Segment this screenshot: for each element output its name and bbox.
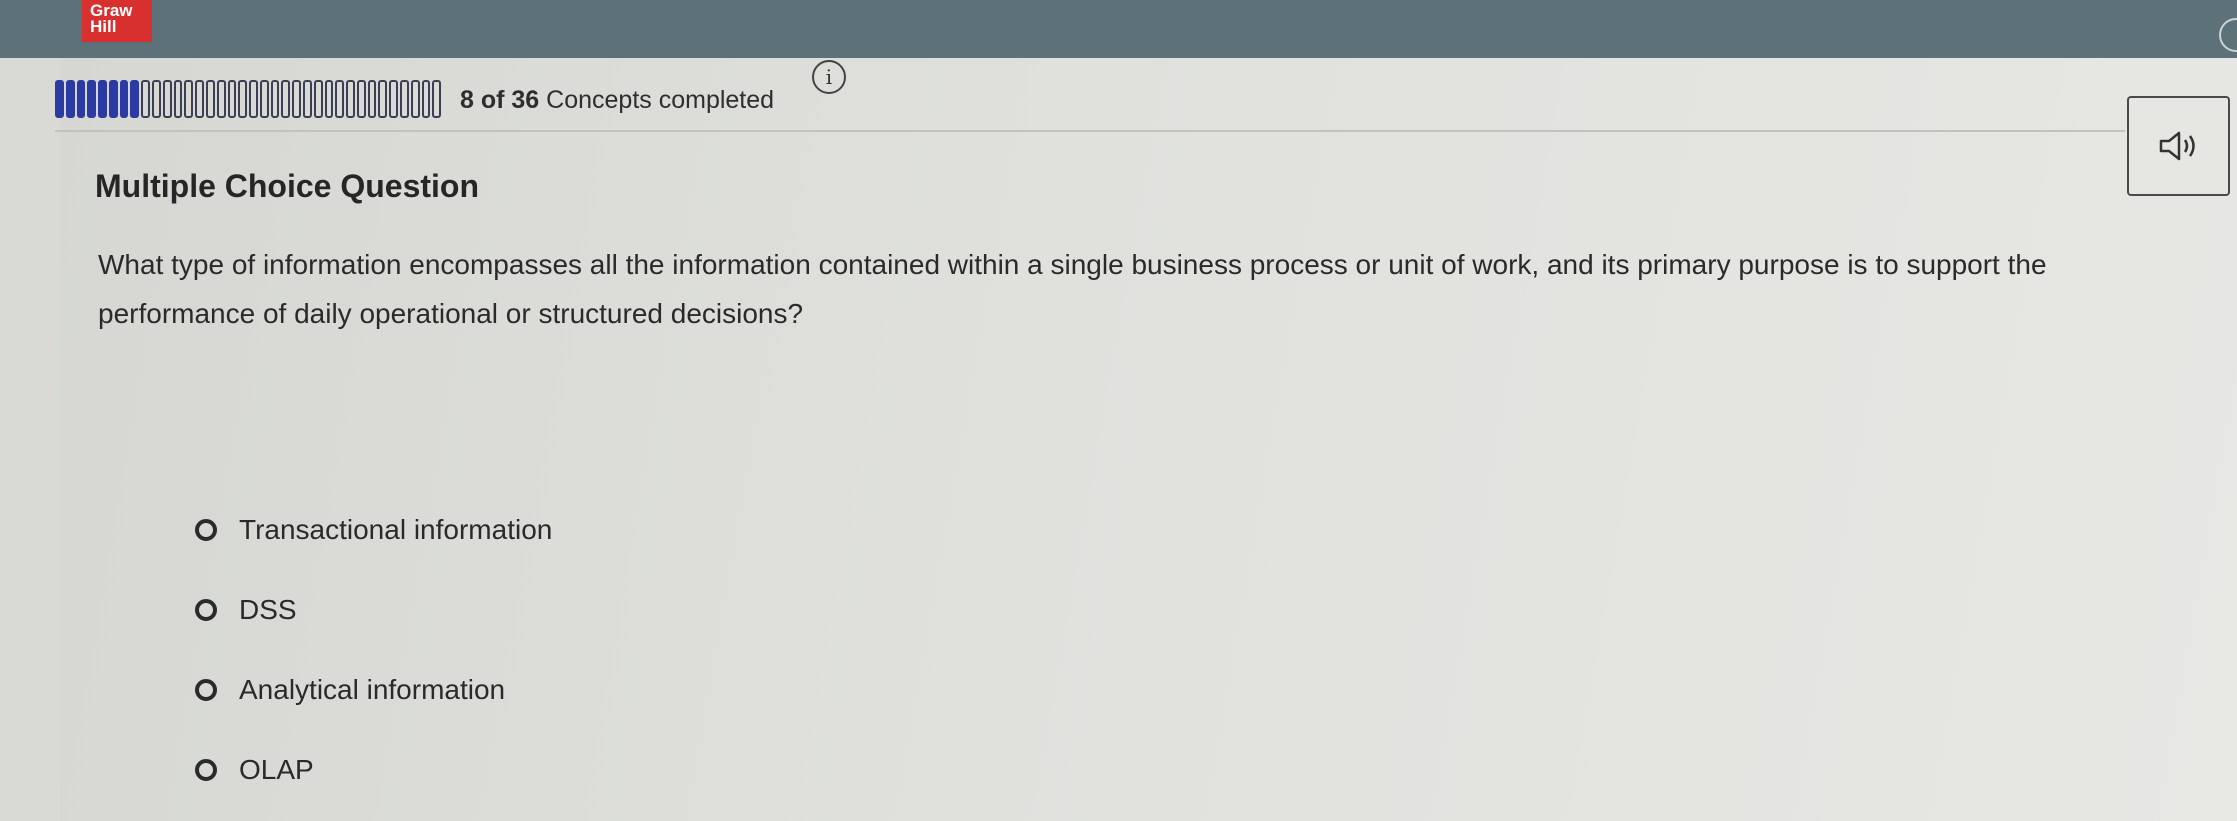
progress-segment (195, 80, 204, 118)
progress-segment (410, 80, 420, 118)
question-text: What type of information encompasses all… (98, 249, 2047, 329)
progress-segment (205, 80, 215, 118)
mcgraw-hill-logo: Graw Hill (82, 0, 152, 42)
progress-segment (173, 80, 183, 118)
progress-suffix: Concepts completed (539, 86, 775, 114)
top-bar: Graw Hill (0, 0, 2237, 58)
choice-label: OLAP (239, 754, 314, 785)
radio-button[interactable] (195, 679, 217, 701)
progress-segment (259, 80, 269, 118)
progress-bar (55, 80, 442, 120)
progress-segment (184, 80, 194, 118)
choice-label: DSS (239, 594, 297, 625)
progress-segment (400, 80, 409, 118)
radio-button[interactable] (195, 599, 217, 621)
logo-line-2: Hill (90, 17, 117, 36)
progress-segment (227, 80, 237, 118)
question-type-heading: Multiple Choice Question (95, 168, 480, 204)
progress-segment (378, 80, 388, 118)
choice-olap[interactable]: OLAP (195, 730, 552, 810)
progress-segment (249, 80, 258, 118)
progress-segment (270, 80, 280, 118)
progress-segment (238, 80, 248, 118)
progress-segment (432, 80, 442, 118)
progress-segment (346, 80, 355, 118)
progress-segment (356, 80, 366, 118)
progress-count: 8 of 36 (460, 86, 540, 114)
info-icon[interactable]: i (812, 60, 846, 94)
progress-segment (389, 80, 398, 118)
progress-segment (367, 80, 377, 118)
progress-segment (87, 80, 97, 118)
choice-analytical-information[interactable]: Analytical information (195, 650, 552, 730)
progress-segment (162, 80, 172, 118)
progress-segment (108, 80, 118, 118)
progress-segment (216, 80, 226, 118)
read-aloud-button[interactable] (2127, 96, 2230, 196)
header-divider (55, 130, 2125, 132)
choice-transactional-information[interactable]: Transactional information (195, 490, 552, 570)
progress-segment (302, 80, 312, 118)
progress-segment (335, 80, 345, 118)
progress-segment (55, 80, 64, 118)
choice-label: Analytical information (239, 674, 506, 705)
menu-toggle-button[interactable] (2219, 18, 2237, 52)
radio-button[interactable] (195, 519, 217, 541)
progress-segment (152, 80, 161, 118)
choice-dss[interactable]: DSS (195, 570, 552, 650)
progress-segment (292, 80, 301, 118)
speaker-icon (2159, 131, 2195, 161)
progress-segment (324, 80, 334, 118)
progress-segment (130, 80, 140, 118)
progress-segment (98, 80, 107, 118)
progress-segment (313, 80, 323, 118)
progress-segment (141, 80, 151, 118)
radio-button[interactable] (195, 759, 217, 781)
progress-label: 8 of 36 Concepts completed (460, 80, 774, 120)
choice-label: Transactional information (239, 514, 553, 545)
answer-choices: Transactional information DSS Analytical… (195, 490, 552, 810)
progress-segment (421, 80, 431, 118)
progress-segment (119, 80, 129, 118)
progress-segment (65, 80, 75, 118)
progress-segment (281, 80, 291, 118)
progress-segment (76, 80, 86, 118)
